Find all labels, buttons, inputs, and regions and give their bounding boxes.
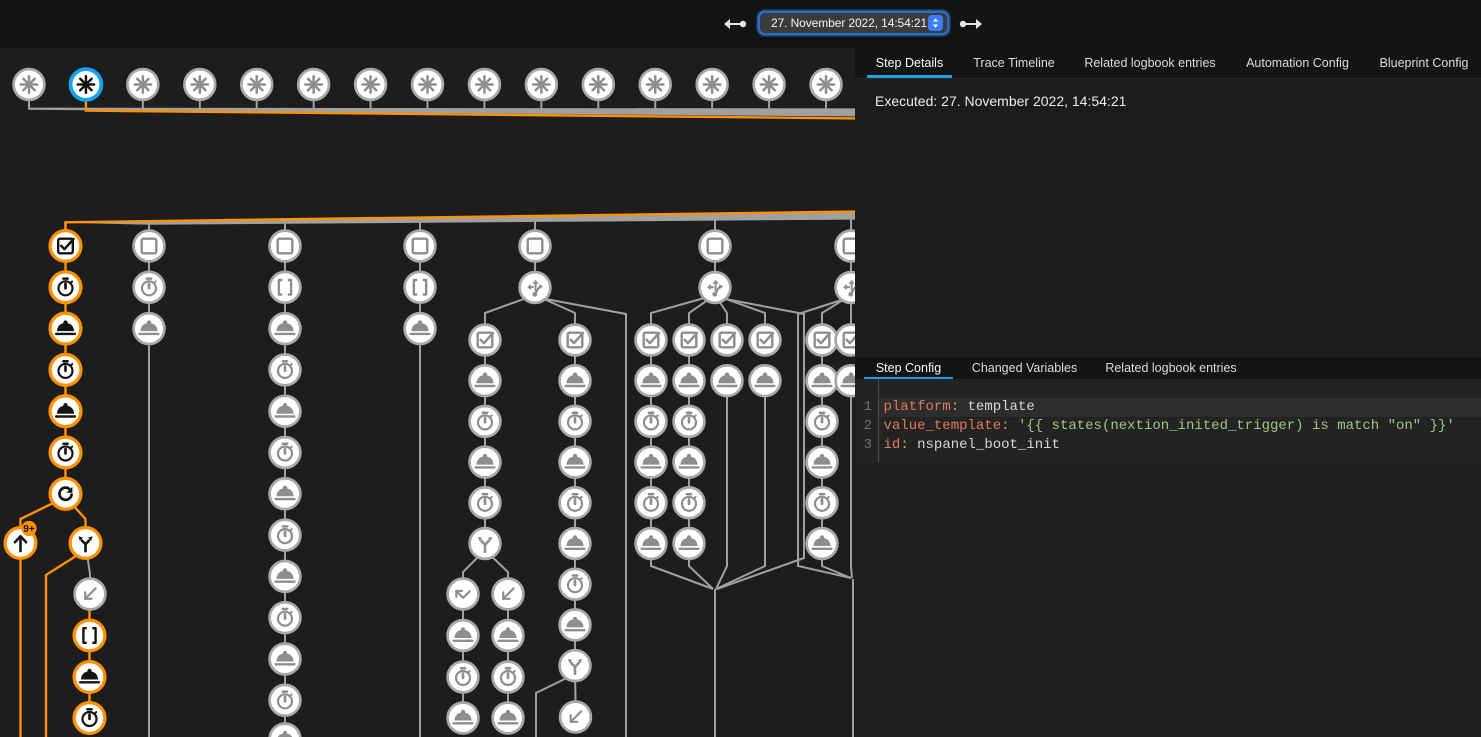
svg-text:9+: 9+ [23,524,35,535]
